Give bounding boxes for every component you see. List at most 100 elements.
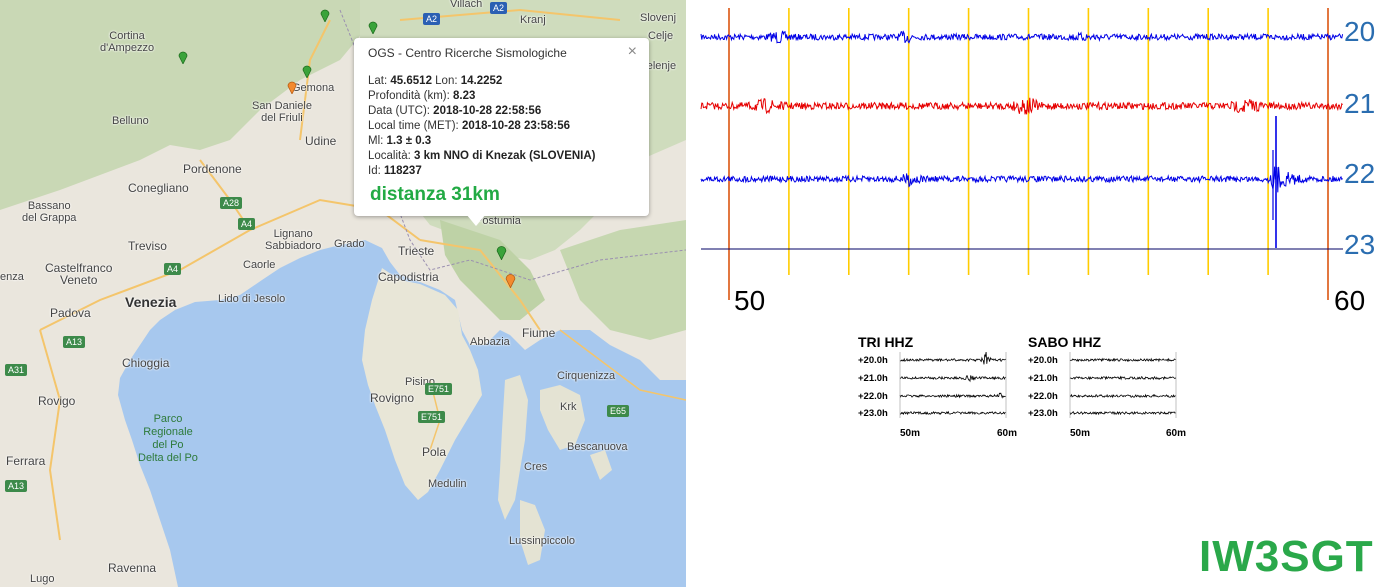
map-place-label: Padova (50, 306, 91, 320)
lon-label: Lon: (431, 75, 461, 87)
map-place-label: Venezia (125, 294, 177, 310)
lat-label: Lat: (368, 75, 391, 87)
map-park-label: Parco Regionale del Po Delta del Po (138, 413, 198, 464)
map-place-label: San Daniele del Friuli (252, 100, 312, 124)
mini-station-title-sabo: SABO HHZ (1028, 334, 1102, 350)
popup-row-id: Id: 118237 (368, 165, 422, 177)
map-place-label: Chioggia (122, 356, 170, 370)
magnitude-value: 1.3 ± 0.3 (386, 135, 432, 147)
mini-helicorders (899, 352, 1177, 418)
mini-row-label: +21.0h (858, 373, 888, 384)
depth-value: 8.23 (453, 90, 476, 102)
popup-title: OGS - Centro Ricerche Sismologiche (368, 46, 567, 60)
road-shield: A13 (5, 480, 28, 492)
utc-label: Data (UTC): (368, 105, 434, 117)
waveform-trace (700, 97, 1343, 115)
mini-station-title-tri: TRI HHZ (858, 334, 914, 350)
green-marker-icon[interactable] (302, 64, 312, 78)
mini-trace (899, 352, 1006, 365)
mini-x-label: 60m (1166, 428, 1187, 439)
green-marker-icon[interactable] (496, 244, 507, 260)
map-panel[interactable]: Cortina d'Ampezzo Belluno Pordenone Conegli… (0, 0, 686, 587)
road-shield: A31 (5, 364, 28, 376)
road-shield: E751 (425, 383, 453, 395)
green-marker-icon[interactable] (178, 50, 188, 64)
popup-row-locality: Località: 3 km NNO di Knezak (SLOVENIA) (368, 150, 596, 162)
popup-tail (466, 214, 486, 226)
map-place-label: Fiume (522, 326, 556, 340)
magnitude-label: Ml: (368, 135, 387, 147)
map-place-label: Ferrara (6, 454, 46, 468)
id-label: Id: (368, 165, 384, 177)
mini-trace (1069, 357, 1176, 363)
green-marker-icon[interactable] (368, 20, 378, 34)
lon-value: 14.2252 (460, 75, 503, 87)
hour-label-21: 21 (1344, 88, 1376, 119)
mini-trace (900, 410, 1006, 416)
mini-x-label: 60m (997, 428, 1018, 439)
map-place-label: Medulin (428, 478, 467, 490)
map-place-label: Pola (422, 445, 447, 459)
locality-value: 3 km NNO di Knezak (SLOVENIA) (414, 150, 596, 162)
map-place-label: Rovigo (38, 394, 76, 408)
lat-value: 45.6512 (390, 75, 432, 87)
map-place-label: Conegliano (128, 181, 189, 195)
popup-row-depth: Profondità (km): 8.23 (368, 90, 475, 102)
road-shield: E65 (607, 405, 630, 417)
waveform-trace (700, 30, 1344, 44)
helicorder-plot (700, 8, 1344, 300)
map-place-label: Krk (560, 401, 577, 413)
map-place-label: Castelfranco Veneto (45, 261, 113, 287)
id-value: 118237 (383, 165, 422, 177)
popup-row-latlon: Lat: 45.6512 Lon: 14.2252 (368, 75, 502, 87)
map-place-label: Belluno (112, 115, 149, 127)
popup-close-button[interactable]: × (628, 43, 637, 61)
map-place-label: Treviso (128, 239, 167, 253)
minute-label-start: 50 (734, 285, 766, 316)
local-value: 2018-10-28 23:58:56 (461, 120, 570, 132)
popup-row-local: Local time (MET): 2018-10-28 23:58:56 (368, 120, 570, 132)
road-shield: A2 (423, 13, 441, 25)
map-place-label: Bassano del Grappa (22, 200, 77, 224)
map-place-label: Lussinpiccolo (509, 535, 576, 547)
green-marker-icon[interactable] (320, 8, 330, 22)
seismogram-panel (686, 0, 1388, 587)
mini-trace (899, 392, 1006, 399)
mini-row-label: +23.0h (858, 408, 888, 419)
map-place-label: Trieste (398, 244, 435, 258)
mini-trace (1070, 393, 1176, 399)
road-shield: A2 (490, 2, 508, 14)
hour-label-23: 23 (1344, 229, 1376, 260)
map-place-label: Lignano Sabbiadoro (265, 228, 322, 252)
orange-marker-icon[interactable] (505, 272, 516, 288)
road-shield: A13 (63, 336, 86, 348)
map-place-label: Lugo (30, 573, 55, 585)
map-place-label: Capodistria (378, 270, 439, 284)
minute-label-end: 60 (1334, 285, 1366, 316)
utc-value: 2018-10-28 22:58:56 (433, 105, 542, 117)
hour-label-20: 20 (1344, 16, 1376, 47)
map-place-label: Celje (648, 30, 674, 42)
depth-label: Profondità (km): (368, 90, 453, 102)
map-place-label: Rovigno (370, 391, 415, 405)
locality-label: Località: (368, 150, 415, 162)
waveform-trace (700, 166, 1343, 193)
distance-text: distanza 31km (370, 184, 500, 205)
callsign-logo: IW3SGT (1199, 532, 1374, 581)
road-shield: A4 (164, 263, 182, 275)
orange-marker-icon[interactable] (287, 80, 297, 94)
mini-trace (1069, 375, 1177, 381)
map-place-label: Cortina d'Ampezzo (100, 30, 155, 54)
map-place-label: Kranj (520, 14, 546, 26)
map-place-label: Bescanuova (567, 441, 628, 453)
map-place-label: Gemona (292, 82, 335, 94)
local-label: Local time (MET): (368, 120, 462, 132)
mini-trace (899, 375, 1006, 383)
event-info-popup: OGS - Centro Ricerche Sismologiche × Lat… (354, 38, 649, 226)
mini-x-label: 50m (1070, 428, 1091, 439)
map-place-label: Ravenna (108, 561, 157, 575)
map-place-label: Slovenj (640, 12, 677, 24)
hour-label-22: 22 (1344, 158, 1376, 189)
map-place-label: Cres (524, 461, 548, 473)
mini-x-label: 50m (900, 428, 921, 439)
